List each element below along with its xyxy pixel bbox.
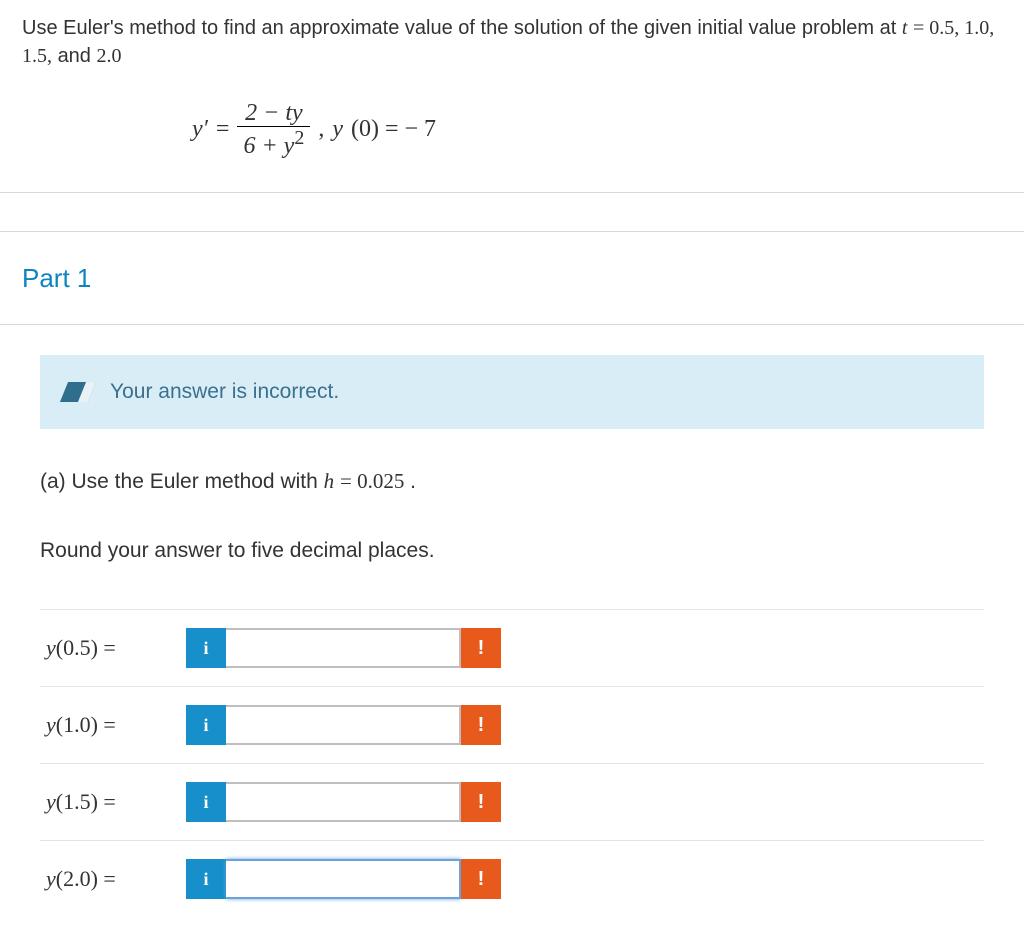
error-icon: ! <box>461 628 501 668</box>
answer-row: y(1.0) = i! <box>40 687 984 764</box>
equation-block: y′ = 2 − ty 6 + y2 , y (0) = − 7 <box>192 100 1002 160</box>
info-icon[interactable]: i <box>186 859 226 899</box>
eq-fraction: 2 − ty 6 + y2 <box>237 100 310 160</box>
answer-label: y(0.5) = <box>46 633 166 664</box>
eq-num: 2 − ty <box>239 100 309 126</box>
t-last: 2.0 <box>97 45 122 67</box>
error-icon: ! <box>461 705 501 745</box>
alert-text: Your answer is incorrect. <box>110 377 339 406</box>
eq-den: 6 + y2 <box>237 126 310 159</box>
part-body: Your answer is incorrect. (a) Use the Eu… <box>0 325 1024 917</box>
answer-input[interactable] <box>226 859 461 899</box>
answer-label: y(1.5) = <box>46 787 166 818</box>
eq-ic-y: y <box>332 113 343 147</box>
subprompt: (a) Use the Euler method with h = 0.025 … <box>40 467 984 496</box>
eraser-icon <box>60 382 96 402</box>
info-icon[interactable]: i <box>186 628 226 668</box>
error-icon: ! <box>461 859 501 899</box>
eq-comma: , <box>318 113 324 147</box>
answer-row: y(0.5) = i! <box>40 610 984 687</box>
rounding-instructions: Round your answer to five decimal places… <box>40 536 984 565</box>
answer-input[interactable] <box>226 705 461 745</box>
answer-input-group: i! <box>186 782 501 822</box>
answer-input[interactable] <box>226 782 461 822</box>
question-prompt: Use Euler's method to find an approximat… <box>0 0 1024 193</box>
info-icon[interactable]: i <box>186 782 226 822</box>
answer-input-group: i! <box>186 859 501 899</box>
answer-row: y(2.0) = i! <box>40 841 984 917</box>
answer-input-group: i! <box>186 705 501 745</box>
var-h: h <box>324 469 335 493</box>
eq-ic-rest: (0) = − 7 <box>351 113 436 147</box>
var-t: t <box>902 17 908 39</box>
incorrect-alert: Your answer is incorrect. <box>40 355 984 428</box>
answer-input-group: i! <box>186 628 501 668</box>
error-icon: ! <box>461 782 501 822</box>
answer-row: y(1.5) = i! <box>40 764 984 841</box>
h-value: 0.025 <box>357 469 404 493</box>
part-heading: Part 1 <box>0 231 1024 325</box>
eq-eq1: = <box>216 113 230 147</box>
answer-label: y(2.0) = <box>46 864 166 895</box>
answer-label: y(1.0) = <box>46 710 166 741</box>
equals: = <box>913 17 929 39</box>
and-word: and <box>58 45 97 67</box>
info-icon[interactable]: i <box>186 705 226 745</box>
answer-input[interactable] <box>226 628 461 668</box>
prompt-text: Use Euler's method to find an approximat… <box>22 17 902 39</box>
answers-table: y(0.5) = i! y(1.0) = i! y(1.5) = i! y(2.0) = i! <box>40 609 984 917</box>
eq-lhs: y′ <box>192 113 208 147</box>
